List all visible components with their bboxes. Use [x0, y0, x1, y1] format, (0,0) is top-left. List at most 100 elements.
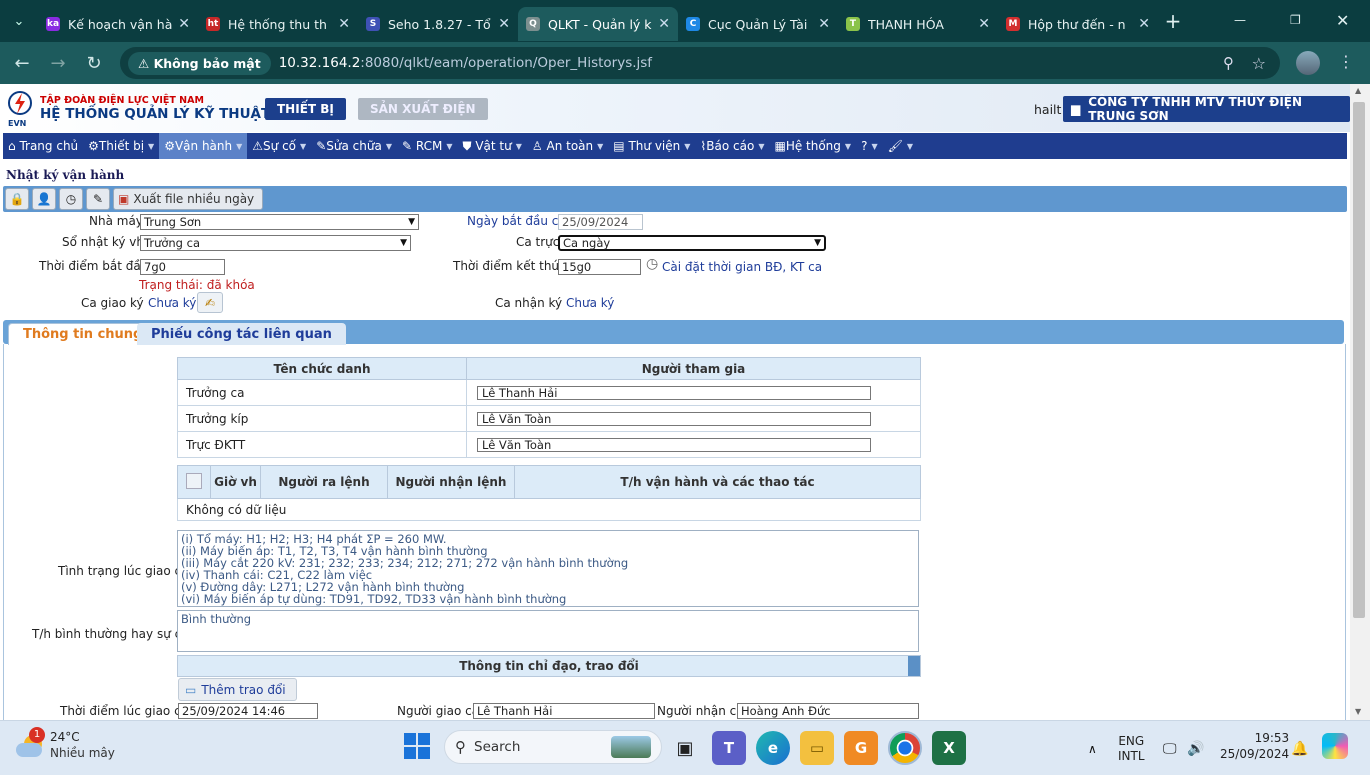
copilot-icon[interactable]	[1322, 733, 1348, 759]
plant-select[interactable]: Trung Sơn ▼	[140, 214, 419, 230]
zoom-magnifier-icon[interactable]: ⚲	[1223, 54, 1234, 72]
reload-icon[interactable]: ↻	[76, 45, 112, 81]
add-discussion-button[interactable]: ▭ Thêm trao đổi	[178, 678, 297, 701]
windows-start-icon[interactable]	[404, 733, 430, 759]
menu-safety[interactable]: ♙ An toàn ▼	[527, 133, 608, 159]
tab-close-icon[interactable]: ✕	[658, 16, 670, 32]
export-multi-day-button[interactable]: ▣ Xuất file nhiều ngày	[113, 188, 264, 210]
menu-repair[interactable]: ✎ Sửa chữa ▼	[311, 133, 397, 159]
start-time-field[interactable]: 7g0	[140, 259, 225, 275]
participant-input[interactable]: Lê Văn Toàn	[477, 411, 871, 426]
module-production-button[interactable]: SẢN XUẤT ĐIỆN	[358, 98, 488, 120]
participant-input[interactable]: Lê Thanh Hải	[477, 385, 871, 400]
tab-close-icon[interactable]: ✕	[978, 16, 990, 32]
lock-icon[interactable]: 🔒	[5, 188, 29, 210]
direction-section-header: Thông tin chỉ đạo, trao đổi	[177, 655, 921, 677]
not-secure-chip[interactable]: ⚠ Không bảo mật	[128, 51, 271, 75]
shift-select[interactable]: Ca ngày ▼	[558, 235, 826, 251]
menu-device[interactable]: ⚙ Thiết bị ▼	[83, 133, 159, 159]
menu-material[interactable]: ⛊ Vật tư ▼	[458, 133, 527, 159]
excel-icon[interactable]: X	[932, 731, 966, 765]
file-explorer-icon[interactable]: ▭	[800, 731, 834, 765]
browser-tab[interactable]: M Hộp thư đến - n ✕	[998, 7, 1158, 41]
time-setting-link[interactable]: Cài đặt thời gian BĐ, KT ca	[662, 260, 822, 274]
end-time-field[interactable]: 15g0	[558, 259, 641, 275]
browser-tab[interactable]: T THANH HÓA ✕	[838, 7, 998, 41]
menu-library[interactable]: ▤ Thư viện ▼	[608, 133, 695, 159]
foxit-pdf-icon[interactable]: G	[844, 731, 878, 765]
menu-system[interactable]: ▦ Hệ thống ▼	[769, 133, 856, 159]
tray-chevron-icon[interactable]: ∧	[1088, 721, 1097, 776]
handover-time-field[interactable]: 25/09/2024 14:46	[178, 703, 318, 719]
section-handle[interactable]	[908, 656, 920, 676]
start-date-field[interactable]: 25/09/2024	[558, 214, 643, 230]
col-action-header: T/h vận hành và các thao tác	[514, 465, 921, 499]
chrome-icon[interactable]	[888, 731, 922, 765]
stopwatch-icon[interactable]: ◷	[646, 256, 658, 272]
menu-home[interactable]: ⌂ Trang chủ	[3, 133, 83, 159]
module-device-button[interactable]: THIẾT BỊ	[265, 98, 346, 120]
menu-help[interactable]: ? ▼	[856, 133, 883, 159]
building-icon: ▆	[1071, 102, 1081, 116]
browser-tab[interactable]: S Seho 1.8.27 - Tổ ✕	[358, 7, 518, 41]
col-receiver-header: Người nhận lệnh	[387, 465, 515, 499]
url-text[interactable]: 10.32.164.2:8080/qlkt/eam/operation/Oper…	[279, 55, 652, 71]
scroll-up-icon[interactable]: ▲	[1355, 86, 1361, 95]
tab-related-tickets[interactable]: Phiếu công tác liên quan	[137, 323, 346, 345]
restore-icon[interactable]: ❐	[1290, 0, 1301, 40]
menu-report[interactable]: ⌇ Báo cáo ▼	[695, 133, 769, 159]
browser-menu-icon[interactable]: ⋮	[1338, 52, 1354, 71]
network-icon[interactable]: 🖵	[1163, 721, 1177, 776]
giver-field[interactable]: Lê Thanh Hải	[473, 703, 655, 719]
menu-operation[interactable]: ⚙ Vận hành ▼	[159, 133, 248, 159]
receiver-field[interactable]: Hoàng Anh Đức	[737, 703, 919, 719]
volume-icon[interactable]: 🔊	[1187, 721, 1204, 776]
participants-table: Tên chức danh Người tham gia Trưởng ca Lê…	[177, 357, 921, 458]
recv-sign-status: Chưa ký	[566, 296, 615, 310]
browser-tab[interactable]: C Cục Quản Lý Tài ✕	[678, 7, 838, 41]
pencil-icon[interactable]: ✎	[86, 188, 110, 210]
input-language[interactable]: ENG INTL	[1118, 734, 1145, 764]
user-sign-icon[interactable]: 👤	[32, 188, 56, 210]
sign-pen-icon[interactable]: ✍	[197, 292, 223, 313]
handover-status-textarea[interactable]: (i) Tổ máy: H1; H2; H3; H4 phát ΣP = 260…	[177, 530, 919, 607]
back-arrow-icon[interactable]: ←	[4, 45, 40, 81]
omnibox[interactable]: ⚠ Không bảo mật 10.32.164.2:8080/qlkt/ea…	[120, 47, 1280, 79]
tab-title: Hộp thư đến - n	[1028, 16, 1126, 32]
incident-textarea[interactable]: Bình thường	[177, 610, 919, 652]
notification-bell-icon[interactable]: 🔔	[1291, 721, 1308, 776]
teams-icon[interactable]: T	[712, 731, 746, 765]
taskbar-search[interactable]: ⚲ Search	[444, 730, 662, 764]
clock[interactable]: 19:53 25/09/2024	[1220, 730, 1289, 762]
tab-close-icon[interactable]: ✕	[338, 16, 350, 32]
tab-close-icon[interactable]: ✕	[818, 16, 830, 32]
tab-close-icon[interactable]: ✕	[1138, 16, 1150, 32]
menu-rcm[interactable]: ✎ RCM ▼	[397, 133, 458, 159]
scroll-down-icon[interactable]: ▼	[1355, 707, 1361, 716]
participant-input[interactable]: Lê Văn Toàn	[477, 437, 871, 452]
browser-tab[interactable]: ka Kế hoạch vận hà ✕	[38, 7, 198, 41]
menu-theme[interactable]: 🖌 ▼	[883, 133, 918, 159]
company-button[interactable]: ▆ CÔNG TY TNHH MTV THỦY ĐIỆN TRUNG SƠN	[1063, 95, 1350, 123]
page-scrollbar[interactable]: ▲ ▼	[1350, 84, 1370, 720]
scroll-thumb[interactable]	[1353, 102, 1365, 618]
log-label: Sổ nhật ký vh	[62, 235, 145, 249]
select-all-checkbox[interactable]	[186, 472, 202, 489]
tab-close-icon[interactable]: ✕	[178, 16, 190, 32]
profile-avatar[interactable]	[1296, 51, 1320, 75]
new-tab-plus-icon[interactable]: +	[1158, 6, 1188, 36]
edge-icon[interactable]: e	[756, 731, 790, 765]
forward-arrow-icon[interactable]: →	[40, 45, 76, 81]
bookmark-star-icon[interactable]: ☆	[1252, 54, 1266, 73]
browser-tab[interactable]: ht Hệ thống thu th ✕	[198, 7, 358, 41]
tab-general[interactable]: Thông tin chung	[8, 323, 158, 345]
tab-close-icon[interactable]: ✕	[498, 16, 510, 32]
clock-icon[interactable]: ◷	[59, 188, 83, 210]
menu-incident[interactable]: ⚠ Sự cố ▼	[247, 133, 311, 159]
browser-tab[interactable]: Q QLKT - Quản lý k ✕	[518, 7, 678, 41]
close-window-icon[interactable]: ✕	[1336, 0, 1349, 40]
task-view-icon[interactable]: ▣	[668, 731, 702, 765]
minimize-icon[interactable]: —	[1234, 0, 1246, 40]
tab-search-chevron-icon[interactable]: ⌄	[0, 0, 38, 42]
log-select[interactable]: Trưởng ca ▼	[140, 235, 411, 251]
